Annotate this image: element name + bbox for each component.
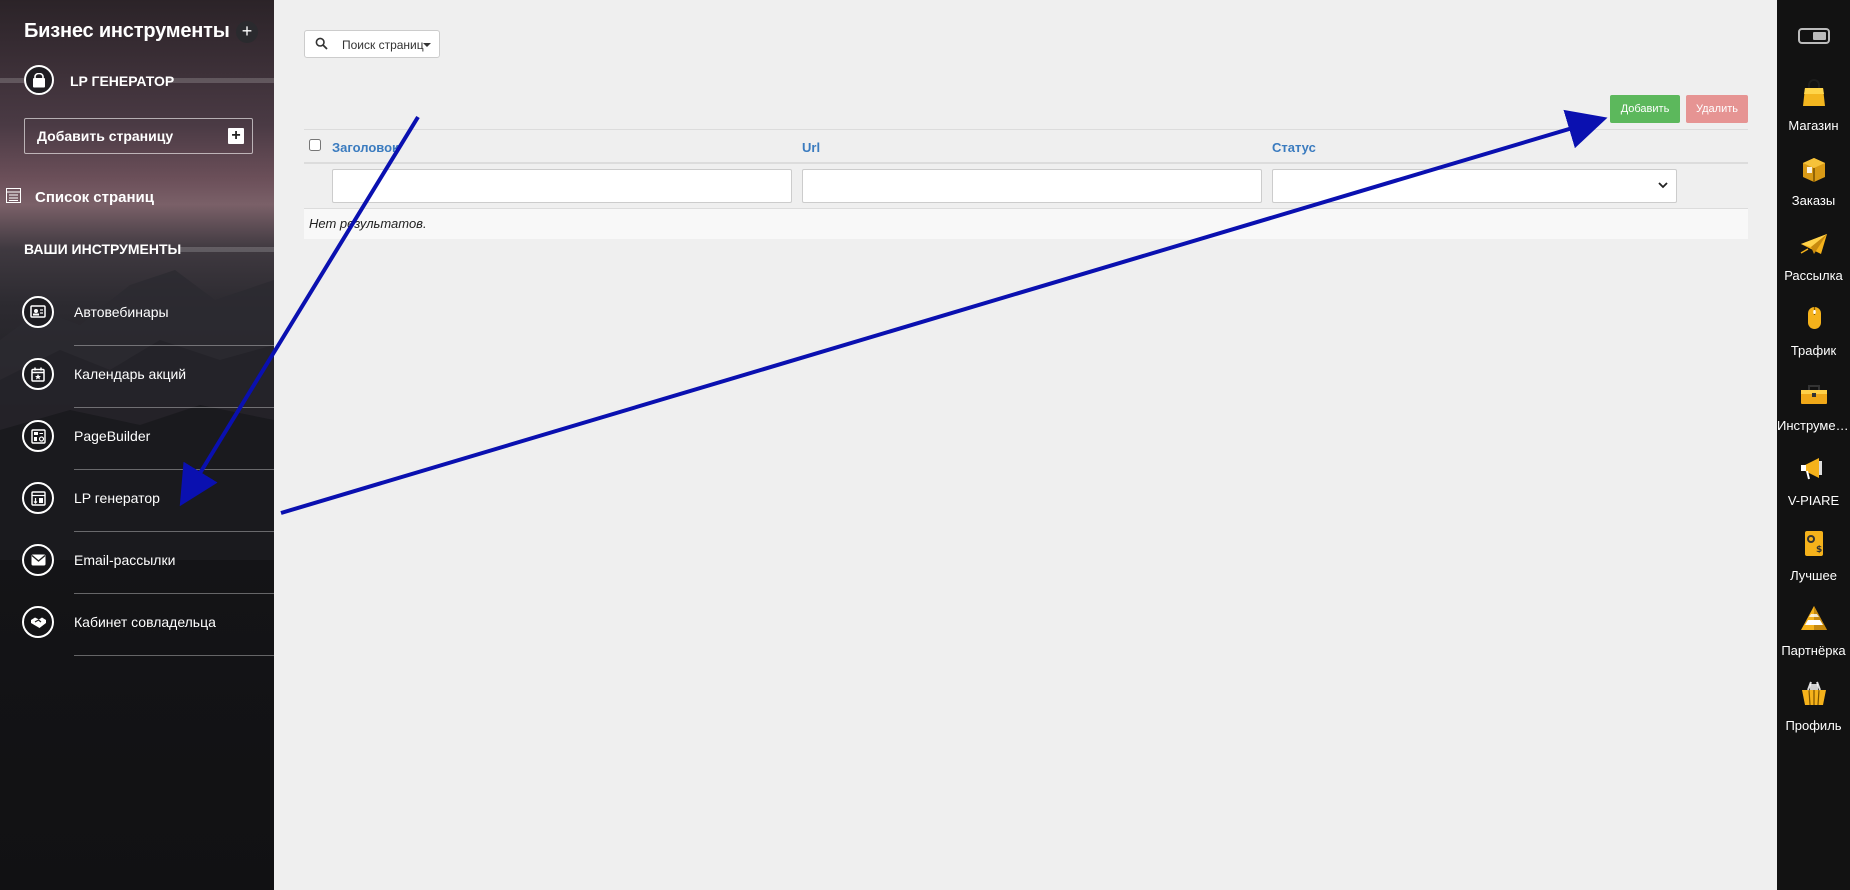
- rightbar-item-mailing[interactable]: Рассылка: [1777, 228, 1850, 298]
- caret-down-icon: [423, 43, 431, 47]
- rightbar-item-profile[interactable]: Профиль: [1777, 678, 1850, 748]
- title-filter-input[interactable]: [332, 169, 792, 203]
- table-list-icon: [6, 188, 21, 203]
- tool-label: PageBuilder: [74, 428, 151, 444]
- package-icon: [1803, 158, 1825, 182]
- section-divider: [168, 78, 274, 83]
- column-header-title[interactable]: Заголовок: [332, 140, 399, 155]
- webinar-icon: [22, 296, 54, 328]
- chevron-down-icon: [1658, 182, 1668, 189]
- rightbar-item-shop[interactable]: Магазин: [1777, 78, 1850, 148]
- calendar-icon: [22, 358, 54, 390]
- lp-generator-icon: [22, 482, 54, 514]
- divider: [74, 655, 274, 656]
- pyramid-icon: [1801, 606, 1827, 630]
- add-button[interactable]: Добавить: [1610, 95, 1680, 123]
- tool-label: Кабинет совладельца: [74, 614, 216, 630]
- rightbar-label: V-PIARE: [1787, 493, 1840, 508]
- tool-label: Автовебинары: [74, 304, 169, 320]
- shopping-bag-icon: [24, 65, 54, 95]
- column-header-url[interactable]: Url: [802, 140, 820, 155]
- paper-plane-icon: [1800, 234, 1827, 254]
- search-pages-dropdown[interactable]: Поиск страниц: [304, 30, 440, 58]
- page-builder-icon: [22, 420, 54, 452]
- add-page-button[interactable]: Добавить страницу +: [24, 118, 253, 154]
- annotation-arrows: [179, 109, 1608, 515]
- table-header-border: [304, 162, 1748, 164]
- toolbox-icon: [1801, 385, 1827, 404]
- add-page-label: Добавить страницу: [37, 128, 174, 144]
- search-icon: [315, 37, 328, 50]
- status-filter-select[interactable]: [1272, 169, 1677, 203]
- url-filter-input[interactable]: [802, 169, 1262, 203]
- megaphone-icon: [1801, 458, 1822, 480]
- sidebar-title: Бизнес инструменты: [24, 20, 230, 42]
- mouse-icon: [1808, 307, 1821, 329]
- tools-header: ВАШИ ИНСТРУМЕНТЫ: [24, 241, 182, 257]
- rightbar-item-partner[interactable]: Партнёрка: [1777, 603, 1850, 673]
- rightbar-label: Трафик: [1790, 343, 1837, 358]
- sidebar-item-pagebuilder[interactable]: PageBuilder: [0, 408, 274, 470]
- rightbar-label: Лучшее: [1790, 568, 1837, 583]
- right-toolbar: Магазин Заказы Рассылка Трафик Инструмен…: [1777, 0, 1850, 890]
- search-pages-label: Поиск страниц: [342, 38, 424, 52]
- rightbar-item-traffic[interactable]: Трафик: [1777, 303, 1850, 373]
- delete-button[interactable]: Удалить: [1686, 95, 1748, 123]
- no-results-text: Нет результатов.: [309, 216, 427, 231]
- rightbar-item-best[interactable]: $ Лучшее: [1777, 528, 1850, 598]
- lp-generator-section-label: LP ГЕНЕРАТОР: [70, 73, 175, 89]
- sidebar-item-pages-list[interactable]: Список страниц: [0, 180, 274, 214]
- basket-icon: [1802, 681, 1826, 706]
- best-badge-icon: $: [1805, 531, 1823, 556]
- shopping-bag-icon: [1803, 79, 1825, 106]
- rightbar-item-tools[interactable]: Инструменты: [1777, 378, 1850, 448]
- left-sidebar: Бизнес инструменты + LP ГЕНЕРАТОР Добави…: [0, 0, 274, 890]
- sidebar-item-co-owner-cabinet[interactable]: Кабинет совладельца: [0, 594, 274, 656]
- rightbar-label: Инструменты: [1777, 418, 1850, 433]
- plus-square-icon: +: [228, 128, 244, 144]
- pages-list-label: Список страниц: [35, 189, 154, 206]
- table-row: Нет результатов.: [304, 209, 1748, 239]
- add-tool-button[interactable]: +: [236, 21, 258, 43]
- section-divider: [180, 247, 274, 252]
- table-top-border: [304, 129, 1748, 130]
- rightbar-label: Магазин: [1788, 118, 1839, 133]
- svg-text:$: $: [1816, 545, 1822, 555]
- tool-label: LP генератор: [74, 490, 160, 506]
- section-divider: [0, 78, 24, 83]
- tool-label: Email-рассылки: [74, 552, 176, 568]
- sidebar-item-email-mailing[interactable]: Email-рассылки: [0, 532, 274, 594]
- rightbar-item-orders[interactable]: Заказы: [1777, 153, 1850, 223]
- rightbar-label: Профиль: [1785, 718, 1842, 733]
- sidebar-item-autowebinars[interactable]: Автовебинары: [0, 284, 274, 346]
- rightbar-label: Рассылка: [1784, 268, 1843, 283]
- rightbar-label: Партнёрка: [1781, 643, 1846, 658]
- envelope-icon: [22, 544, 54, 576]
- sidebar-item-promo-calendar[interactable]: Календарь акций: [0, 346, 274, 408]
- handshake-icon: [22, 606, 54, 638]
- rightbar-item-v-piare[interactable]: V-PIARE: [1777, 453, 1850, 523]
- rightbar-label: Заказы: [1791, 193, 1836, 208]
- tool-label: Календарь акций: [74, 366, 187, 382]
- select-all-checkbox[interactable]: [309, 139, 321, 151]
- sidebar-item-lp-generator[interactable]: LP генератор: [0, 470, 274, 532]
- column-header-status[interactable]: Статус: [1272, 140, 1316, 155]
- toggle-panel-icon[interactable]: [1798, 28, 1830, 44]
